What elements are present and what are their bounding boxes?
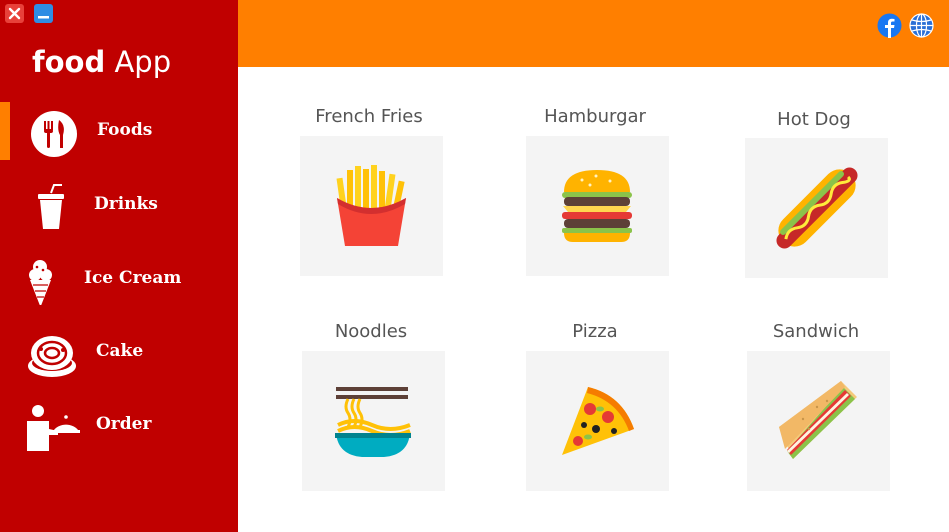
hamburger-icon bbox=[562, 170, 632, 242]
sidebar-item-foods[interactable]: Foods bbox=[0, 102, 238, 160]
minimize-icon bbox=[38, 16, 49, 19]
minimize-button[interactable] bbox=[34, 4, 53, 23]
close-icon bbox=[8, 7, 21, 20]
facebook-icon[interactable] bbox=[877, 13, 902, 38]
food-title-hamburger: Hamburgar bbox=[544, 106, 646, 127]
pizza-icon bbox=[562, 387, 634, 455]
food-card-pizza[interactable] bbox=[526, 351, 669, 491]
globe-icon[interactable] bbox=[909, 13, 934, 38]
food-title-noodles: Noodles bbox=[334, 321, 408, 342]
food-card-sandwich[interactable] bbox=[747, 351, 890, 491]
cake-icon bbox=[28, 336, 76, 377]
top-bar bbox=[238, 0, 949, 67]
food-card-noodles[interactable] bbox=[302, 351, 445, 491]
app-title-bold: food bbox=[32, 45, 106, 79]
noodles-icon bbox=[335, 387, 411, 457]
sidebar-item-label: Foods bbox=[97, 120, 153, 140]
sidebar-item-label: Ice Cream bbox=[84, 268, 182, 288]
app-title: food App bbox=[32, 45, 171, 79]
sidebar-item-order[interactable]: Order bbox=[0, 396, 238, 454]
food-card-hot-dog[interactable] bbox=[745, 138, 888, 278]
sidebar-item-cake[interactable]: Cake bbox=[0, 323, 238, 381]
food-card-hamburger[interactable] bbox=[526, 136, 669, 276]
sidebar-item-label: Order bbox=[96, 414, 152, 434]
app-title-rest: App bbox=[114, 45, 172, 79]
food-title-pizza: Pizza bbox=[572, 321, 618, 342]
sidebar-item-ice-cream[interactable]: Ice Cream bbox=[0, 250, 238, 308]
ice-cream-icon bbox=[29, 260, 52, 305]
food-title-sandwich: Sandwich bbox=[772, 321, 860, 342]
sidebar-item-label: Cake bbox=[96, 341, 144, 361]
sidebar: food App Foods Drinks Ice Cream Cake Ord… bbox=[0, 0, 238, 532]
french-fries-icon bbox=[336, 165, 406, 246]
fork-knife-icon bbox=[31, 111, 77, 157]
sandwich-icon bbox=[779, 381, 857, 459]
close-button[interactable] bbox=[5, 4, 24, 23]
waiter-icon bbox=[27, 405, 80, 451]
active-indicator bbox=[0, 102, 10, 160]
food-card-french-fries[interactable] bbox=[300, 136, 443, 276]
food-title-hot-dog: Hot Dog bbox=[777, 109, 851, 130]
sidebar-item-label: Drinks bbox=[94, 194, 158, 214]
sidebar-item-drinks[interactable]: Drinks bbox=[0, 176, 238, 234]
hot-dog-icon bbox=[776, 167, 858, 249]
drink-cup-icon bbox=[38, 184, 64, 229]
food-title-french-fries: French Fries bbox=[315, 106, 423, 127]
